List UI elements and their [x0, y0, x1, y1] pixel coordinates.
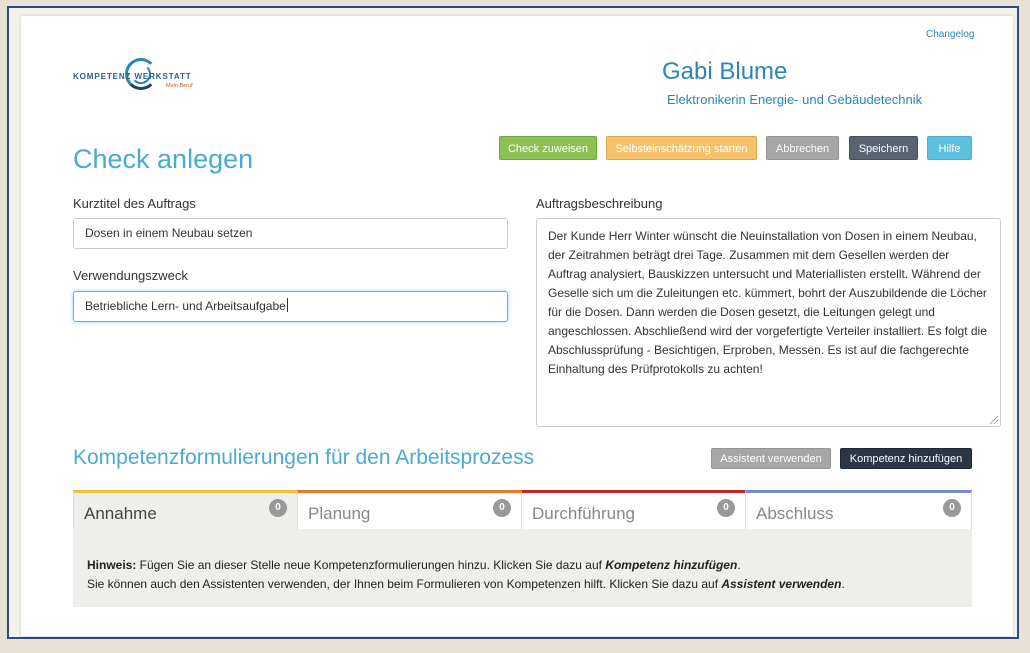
- process-tabs: Annahme 0 Planung 0 Durchführung 0 Absch…: [73, 490, 972, 530]
- hint-line1-end: .: [737, 558, 741, 572]
- hint-use-assistant: Assistent verwenden: [721, 577, 842, 591]
- tab-planung[interactable]: Planung 0: [297, 490, 522, 530]
- assign-check-button[interactable]: Check zuweisen: [499, 136, 597, 160]
- tab-label: Abschluss: [756, 504, 834, 523]
- tab-panel: Hinweis: Fügen Sie an dieser Stelle neue…: [73, 529, 972, 607]
- start-self-assessment-button[interactable]: Selbsteinschätzung starten: [606, 136, 757, 160]
- cancel-button[interactable]: Abbrechen: [766, 136, 839, 160]
- hint-prefix: Hinweis:: [87, 558, 137, 572]
- user-name: Gabi Blume: [662, 58, 788, 85]
- use-assistant-button[interactable]: Assistent verwenden: [711, 448, 831, 469]
- tab-label: Planung: [308, 504, 371, 523]
- count-badge: 0: [269, 499, 287, 517]
- short-title-input[interactable]: Dosen in einem Neubau setzen: [73, 218, 508, 249]
- description-label: Auftragsbeschreibung: [536, 196, 663, 211]
- logo-subtext: Mein Beruf: [166, 83, 193, 89]
- tab-label: Annahme: [84, 504, 157, 523]
- help-button[interactable]: Hilfe: [927, 136, 972, 160]
- resize-handle-icon[interactable]: [990, 416, 998, 424]
- tab-annahme[interactable]: Annahme 0: [73, 490, 298, 530]
- hint-add-competency: Kompetenz hinzufügen: [605, 558, 738, 572]
- description-text: Der Kunde Herr Winter wünscht die Neuins…: [548, 229, 987, 376]
- count-badge: 0: [493, 499, 511, 517]
- count-badge: 0: [717, 499, 735, 517]
- tab-durchfuehrung[interactable]: Durchführung 0: [521, 490, 746, 530]
- user-role: Elektronikerin Energie- und Gebäudetechn…: [667, 92, 923, 107]
- hint-line2-end: .: [841, 577, 845, 591]
- tab-abschluss[interactable]: Abschluss 0: [745, 490, 972, 530]
- page: Changelog KOMPETENZ WERKSTATT Mein Beruf…: [21, 16, 1013, 636]
- purpose-label: Verwendungszweck: [73, 268, 188, 283]
- purpose-input[interactable]: Betriebliche Lern- und Arbeitsaufgabe: [73, 291, 508, 322]
- short-title-label: Kurztitel des Auftrags: [73, 196, 196, 211]
- changelog-link[interactable]: Changelog: [926, 29, 974, 40]
- hint-line1: Fügen Sie an dieser Stelle neue Kompeten…: [136, 558, 606, 572]
- description-textarea[interactable]: Der Kunde Herr Winter wünscht die Neuins…: [536, 218, 1001, 427]
- kompetenz-werkstatt-logo[interactable]: KOMPETENZ WERKSTATT Mein Beruf: [73, 57, 203, 99]
- competencies-title: Kompetenzformulierungen für den Arbeitsp…: [73, 446, 535, 469]
- save-button[interactable]: Speichern: [849, 136, 918, 160]
- page-title: Check anlegen: [73, 144, 254, 174]
- tab-label: Durchführung: [532, 504, 636, 523]
- count-badge: 0: [943, 499, 961, 517]
- logo-text: KOMPETENZ WERKSTATT: [73, 72, 192, 81]
- add-competency-button[interactable]: Kompetenz hinzufügen: [840, 448, 972, 469]
- hint-text: Hinweis: Fügen Sie an dieser Stelle neue…: [87, 556, 845, 594]
- window-frame: Changelog KOMPETENZ WERKSTATT Mein Beruf…: [7, 6, 1019, 639]
- hint-line2: Sie können auch den Assistenten verwende…: [87, 577, 722, 591]
